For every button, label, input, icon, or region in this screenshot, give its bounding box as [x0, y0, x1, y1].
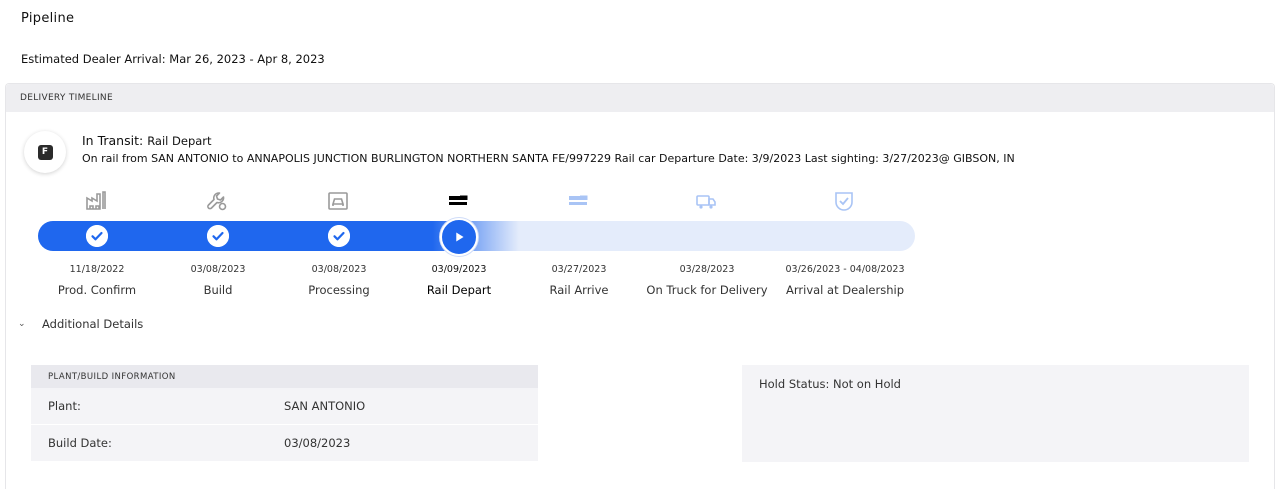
stage-date: 03/09/2023: [431, 264, 487, 275]
stage-label: Rail Arrive: [549, 283, 609, 297]
truck-icon: [694, 189, 720, 213]
plant-row: Plant: SAN ANTONIO: [31, 388, 538, 425]
stage-label: Build: [203, 283, 233, 297]
stage-date: 03/26/2023 - 04/08/2023: [785, 264, 905, 275]
delivery-timeline-card: DELIVERY TIMELINE F In Transit: Rail Dep…: [5, 83, 1275, 489]
delivery-timeline-header: DELIVERY TIMELINE: [6, 84, 1274, 112]
additional-details-label: Additional Details: [42, 317, 144, 331]
status-badge: F: [24, 131, 66, 173]
hold-status-text: Hold Status: Not on Hold: [759, 377, 901, 391]
page-title: Pipeline: [21, 11, 75, 26]
vehicle-processing-icon: [326, 189, 352, 213]
transit-status-stage: Rail Depart: [147, 134, 212, 148]
stage-label: Rail Depart: [426, 283, 492, 297]
transit-status-label: In Transit:: [82, 133, 144, 148]
build-date-value: 03/08/2023: [284, 436, 351, 450]
chevron-down-icon: ⌄: [18, 319, 26, 329]
stage-date: 03/28/2023: [679, 264, 735, 275]
transit-status-title: In Transit: Rail Depart: [82, 133, 212, 148]
stage-label: On Truck for Delivery: [646, 283, 768, 297]
stage-label: Arrival at Dealership: [786, 283, 904, 297]
build-date-key: Build Date:: [48, 436, 112, 450]
rail-car-icon: [566, 189, 592, 213]
shield-check-icon: [832, 189, 858, 213]
stage-date: 03/08/2023: [190, 264, 246, 275]
rail-car-icon: [446, 189, 472, 213]
build-date-row: Build Date: 03/08/2023: [31, 425, 538, 462]
stage-date: 03/08/2023: [311, 264, 367, 275]
status-letter-icon: F: [37, 144, 53, 160]
estimated-arrival: Estimated Dealer Arrival: Mar 26, 2023 -…: [21, 52, 325, 66]
check-icon: [86, 225, 108, 247]
stage-label: Processing: [308, 283, 370, 297]
stage-date: 11/18/2022: [69, 264, 125, 275]
plant-build-header: PLANT/BUILD INFORMATION: [31, 365, 538, 388]
play-icon: [440, 218, 478, 256]
stage-label: Prod. Confirm: [57, 283, 137, 297]
plant-value: SAN ANTONIO: [284, 399, 366, 413]
wrench-icon: [205, 189, 231, 213]
plant-build-panel: PLANT/BUILD INFORMATION Plant: SAN ANTON…: [31, 365, 538, 462]
transit-description: On rail from SAN ANTONIO to ANNAPOLIS JU…: [82, 152, 1015, 165]
additional-details-toggle[interactable]: ⌄ Additional Details: [18, 317, 143, 331]
stage-date: 03/27/2023: [551, 264, 607, 275]
plant-key: Plant:: [48, 399, 81, 413]
hold-status-panel: Hold Status: Not on Hold: [742, 365, 1249, 462]
check-icon: [207, 225, 229, 247]
check-icon: [328, 225, 350, 247]
factory-icon: [84, 189, 110, 213]
